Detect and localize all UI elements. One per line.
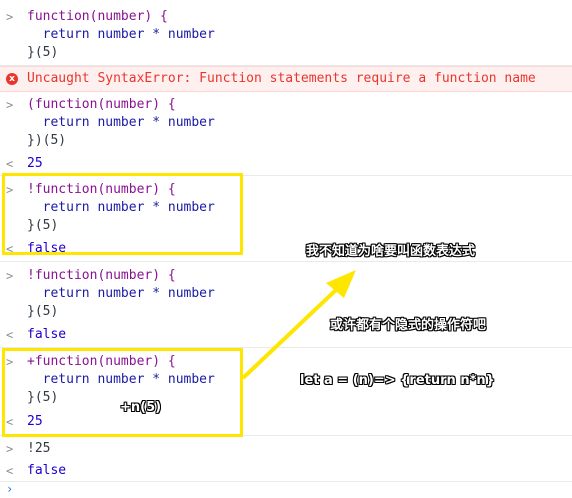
annotation-note: 我不知道为啥要叫函数表达式 [306,244,476,259]
annotation-note: 或许都有个隐式的操作符吧 [330,318,487,333]
annotation-arrow [241,270,356,380]
annotation-note: +n(5) [120,400,162,415]
annotation-note: let a = (n)=> {return n*n} [300,373,495,388]
